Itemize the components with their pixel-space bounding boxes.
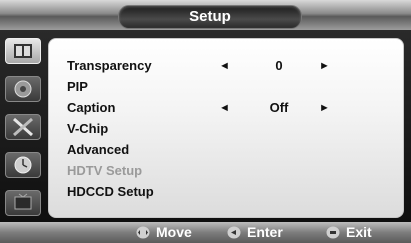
arrow-left-icon[interactable]: ◄ (219, 98, 230, 118)
menu-item-label: V-Chip (67, 121, 109, 136)
menu-item-label: HDCCD Setup (67, 184, 154, 199)
menu-item-label: Caption (67, 100, 116, 115)
menu-item-advanced[interactable]: Advanced (49, 140, 403, 160)
enter-icon (227, 226, 241, 239)
menu-item-label: Transparency (67, 58, 152, 73)
footer-enter-label: Enter (247, 224, 283, 240)
menu-item-value: 0 (275, 58, 283, 73)
sidebar-item-setup[interactable] (5, 114, 41, 140)
sidebar (5, 38, 43, 216)
menu-panel: Transparency ◄ 0 ► PIP Caption ◄ Off ► V… (48, 38, 404, 218)
osd-window: Setup Transparency ◄ 0 ► PIP Caption ◄ O… (0, 0, 411, 243)
menu-item-transparency[interactable]: Transparency ◄ 0 ► (49, 56, 403, 76)
menu-item-label: HDTV Setup (67, 163, 143, 178)
sidebar-item-time[interactable] (5, 152, 41, 178)
footer-move-label: Move (156, 224, 192, 240)
menu-item-label: PIP (67, 79, 88, 94)
picture-icon (14, 44, 32, 58)
footer-exit-label: Exit (346, 224, 372, 240)
arrow-right-icon[interactable]: ► (319, 98, 330, 118)
arrow-left-icon[interactable]: ◄ (219, 56, 230, 76)
audio-icon (14, 80, 32, 98)
menu-item-label: Advanced (67, 142, 130, 157)
menu-item-hdtv-setup: HDTV Setup (49, 161, 403, 181)
menu-item-v-chip[interactable]: V-Chip (49, 119, 403, 139)
sidebar-item-audio[interactable] (5, 76, 41, 102)
header-bar: Setup (0, 0, 411, 30)
title-pill: Setup (118, 5, 302, 29)
sidebar-item-picture[interactable] (5, 38, 41, 64)
clock-icon (14, 156, 32, 174)
menu-item-hdccd-setup[interactable]: HDCCD Setup (49, 182, 403, 202)
page-title: Setup (189, 8, 231, 25)
exit-icon (326, 226, 340, 239)
menu-item-pip[interactable]: PIP (49, 77, 403, 97)
menu-item-value: Off (269, 100, 289, 115)
footer-bar: Move Enter Exit (0, 222, 411, 243)
move-icon (136, 226, 150, 239)
sidebar-item-input[interactable] (5, 190, 41, 216)
tv-icon (14, 193, 32, 210)
arrow-right-icon[interactable]: ► (319, 56, 330, 76)
menu-item-caption[interactable]: Caption ◄ Off ► (49, 98, 403, 118)
tools-icon (13, 117, 33, 137)
